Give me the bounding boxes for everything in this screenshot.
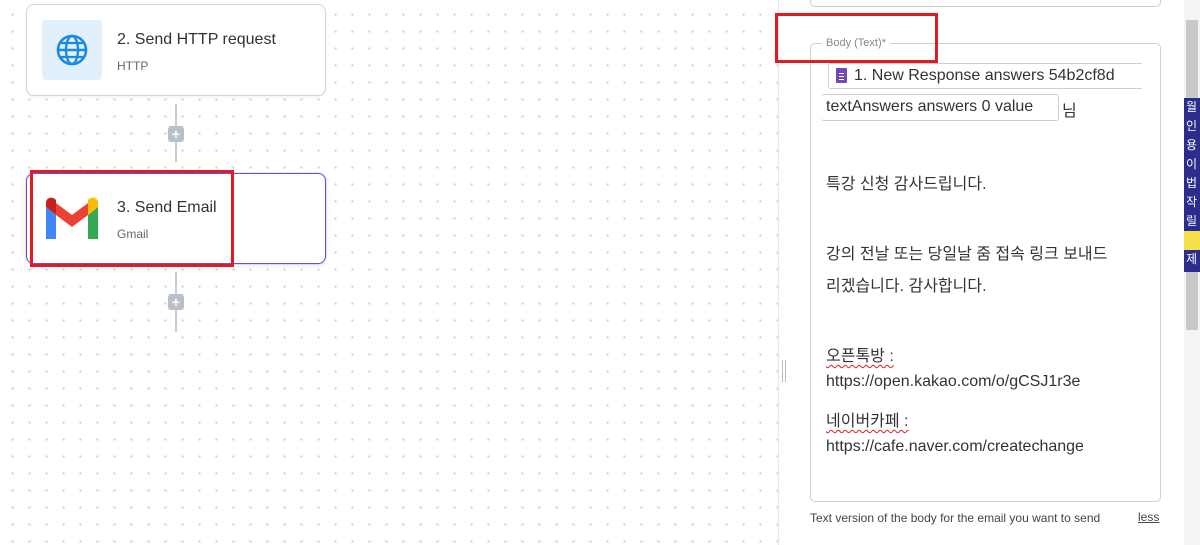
body-line: 강의 전날 또는 당일날 줌 접속 링크 보내드 — [826, 240, 1107, 264]
globe-icon — [42, 20, 102, 80]
add-step-button[interactable]: + — [168, 126, 184, 142]
previous-field[interactable] — [810, 0, 1161, 7]
helper-text: Text version of the body for the email y… — [810, 511, 1101, 525]
connector-line — [175, 142, 177, 162]
body-line: https://open.kakao.com/o/gCSJ1r3e — [826, 373, 1081, 390]
token-chip[interactable]: 1. New Response answers 54b2cf8d — [828, 63, 1142, 89]
node-send-http-request[interactable]: 2. Send HTTP request HTTP — [26, 4, 326, 96]
side-strip-item: 이상 — [1186, 157, 1198, 171]
side-strip-item: 법 — [1186, 176, 1198, 190]
panel-divider — [778, 0, 779, 545]
connector-line — [175, 310, 177, 332]
less-link[interactable]: less — [1138, 510, 1159, 524]
node-title: 2. Send HTTP request — [117, 31, 276, 48]
body-line: 오픈톡방 : — [826, 348, 894, 365]
side-strip-item: 제 — [1186, 252, 1198, 266]
side-strip-item: 용 — [1186, 138, 1198, 152]
resize-handle[interactable] — [782, 360, 786, 382]
body-line: 특강 신청 감사드립니다. — [826, 176, 987, 193]
side-strip-item: 월 — [1186, 100, 1198, 114]
side-strip-item: 릴 — [1186, 214, 1198, 228]
add-step-button[interactable]: + — [168, 294, 184, 310]
body-line: 오픈톡방 : — [826, 342, 894, 366]
node-subtitle: HTTP — [117, 59, 149, 73]
side-strip-item: 작 — [1186, 195, 1198, 209]
google-forms-icon — [836, 68, 847, 83]
body-line: 리겠습니다. 감사합니다. — [826, 278, 987, 295]
side-strip-item — [1184, 231, 1200, 250]
body-line: https://cafe.naver.com/createchange — [826, 438, 1084, 455]
highlight-box — [30, 170, 234, 267]
highlight-box — [775, 13, 938, 63]
connector-line — [175, 104, 177, 126]
side-strip-item: 인 — [1186, 119, 1198, 133]
side-strip: 월 인 용 이상 법 작 릴 제 — [1184, 98, 1200, 272]
token-chip-text: 1. New Response answers 54b2cf8d — [854, 67, 1115, 84]
body-suffix: 님 — [1062, 103, 1077, 120]
body-line: 네이버카페 : — [826, 413, 909, 430]
connector-line — [175, 272, 177, 294]
body-line: 네이버카페 : — [826, 407, 909, 431]
token-chip[interactable]: textAnswers answers 0 value — [821, 94, 1059, 121]
body-line: 강의 전날 또는 당일날 줌 접속 링크 보내드 — [826, 246, 1108, 263]
token-chip-text: textAnswers answers 0 value — [826, 98, 1034, 115]
